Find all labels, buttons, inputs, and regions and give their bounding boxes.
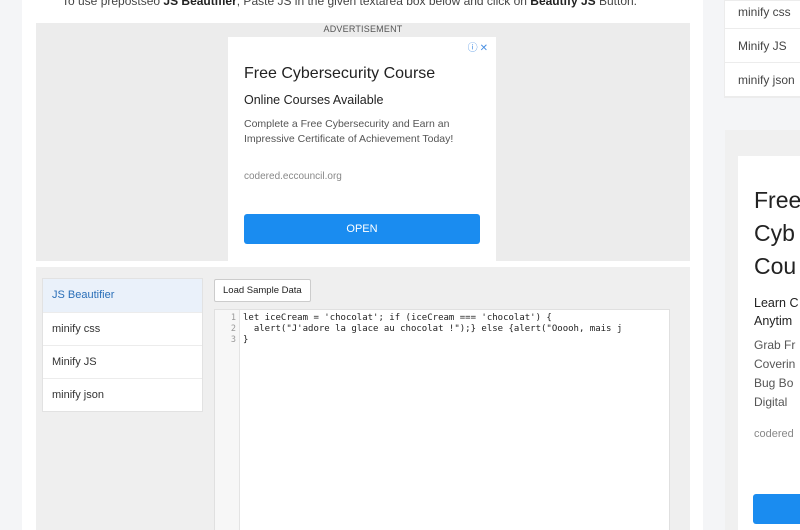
right-ad-open-button[interactable] (753, 494, 800, 524)
code-editor[interactable]: 1 2 3 let iceCream = 'chocolat'; if (ice… (214, 309, 670, 530)
ad-open-button[interactable]: OPEN (244, 214, 480, 244)
line-number: 3 (230, 335, 236, 345)
tool-nav-item-minify-css[interactable]: minify css (43, 312, 202, 345)
ad-title[interactable]: Free Cybersecurity Course (244, 65, 435, 83)
load-sample-data-button[interactable]: Load Sample Data (214, 279, 311, 302)
intro-tool-name: JS Beautifier (163, 0, 237, 8)
right-ad-body: Grab Fr Coverin Bug Bo Digital (754, 338, 796, 409)
right-ad-subtitle: Learn C Anytim (754, 296, 799, 328)
ad-body: Complete a Free Cybersecurity and Earn a… (244, 118, 454, 145)
code-lines[interactable]: let iceCream = 'chocolat'; if (iceCream … (243, 313, 669, 346)
intro-button-name: Beautify JS (530, 0, 596, 8)
line-number: 2 (230, 324, 236, 334)
tool-section: JS Beautifier minify css Minify JS minif… (36, 267, 690, 530)
tool-nav-item-minify-js[interactable]: Minify JS (43, 345, 202, 378)
right-advertisement-section: Free Cyb Cou Learn C Anytim Grab Fr Cove… (725, 130, 800, 530)
tool-nav: JS Beautifier minify css Minify JS minif… (42, 278, 203, 412)
line-number-gutter: 1 2 3 (215, 310, 240, 530)
right-sidebar-links: minify css Minify JS minify json (724, 0, 800, 98)
right-ad-domain[interactable]: codered (754, 428, 794, 440)
right-link-minify-json[interactable]: minify json (725, 63, 800, 97)
right-ad-title[interactable]: Free Cyb Cou (754, 184, 800, 283)
line-number: 1 (230, 313, 236, 323)
tool-nav-item-minify-json[interactable]: minify json (43, 378, 202, 411)
ad-choices-icon[interactable]: ⓘ✕ (468, 39, 490, 54)
right-link-minify-js[interactable]: Minify JS (725, 29, 800, 63)
intro-suffix: Button. (595, 0, 638, 8)
intro-middle: , Paste JS in the given textarea box bel… (236, 0, 531, 8)
advertisement-section: ADVERTISEMENT ⓘ✕ Free Cybersecurity Cour… (36, 23, 690, 261)
advertisement-label: ADVERTISEMENT (323, 24, 403, 34)
right-link-minify-css[interactable]: minify css (725, 1, 800, 29)
tool-nav-item-js-beautifier[interactable]: JS Beautifier (43, 279, 202, 312)
ad-subtitle: Online Courses Available (244, 93, 384, 107)
ad-card[interactable]: ⓘ✕ Free Cybersecurity Course Online Cour… (228, 37, 496, 261)
right-ad-card[interactable]: Free Cyb Cou Learn C Anytim Grab Fr Cove… (738, 156, 800, 530)
intro-prefix: To use prepostseo (62, 0, 164, 8)
code-line[interactable]: alert("J'adore la glace au chocolat !");… (243, 324, 669, 335)
ad-domain[interactable]: codered.eccouncil.org (244, 171, 342, 182)
code-line[interactable]: } (243, 335, 669, 346)
intro-instructions: To use prepostseo JS Beautifier, Paste J… (62, 0, 637, 8)
code-line[interactable]: let iceCream = 'chocolat'; if (iceCream … (243, 313, 669, 324)
